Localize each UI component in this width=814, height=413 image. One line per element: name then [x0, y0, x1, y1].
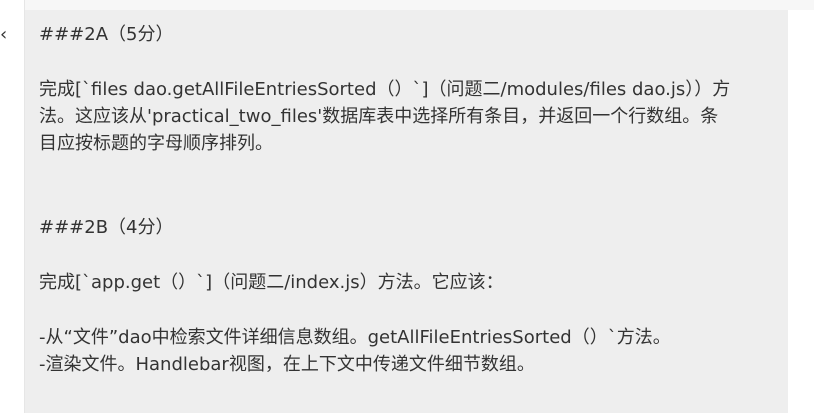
- section-2b-bullet-1: -从“文件”dao中检索文件详细信息数组。getAllFileEntriesSo…: [39, 327, 671, 348]
- section-2a-line-3: 目应按标题的字母顺序排列。: [39, 133, 273, 154]
- section-2a-heading: ###2A（5分）: [39, 24, 174, 45]
- right-gutter: [788, 10, 814, 413]
- section-2b-heading: ###2B（4分）: [39, 217, 174, 238]
- section-2b-bullet-2: -渲染文件。Handlebar视图，在上下文中传递文件细节数组。: [39, 354, 535, 375]
- left-gutter: ‹: [0, 0, 25, 413]
- top-strip: [25, 0, 814, 10]
- chevron-left-icon: ‹: [0, 24, 8, 45]
- section-2a-line-1: 完成[`files dao.getAllFileEntriesSorted（）`…: [39, 79, 731, 100]
- section-2a-line-2: 法。这应该从'practical_two_files'数据库表中选择所有条目，并…: [39, 106, 719, 127]
- section-2b-intro: 完成[`app.get（）`]（问题二/index.js）方法。它应该：: [39, 272, 504, 293]
